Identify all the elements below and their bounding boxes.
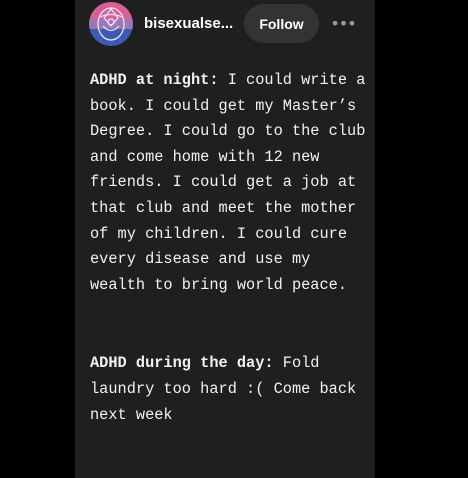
paragraph-text: I could write a book. I could get my Mas…: [90, 71, 366, 294]
avatar[interactable]: [89, 2, 133, 46]
post-paragraph-day: ADHD during the day: Fold laundry too ha…: [90, 351, 370, 428]
bisexual-flag-avatar-icon: [89, 2, 133, 46]
post-paragraph-night: ADHD at night: I could write a book. I c…: [90, 68, 370, 298]
paragraph-heading: ADHD at night:: [90, 71, 219, 89]
username-link[interactable]: bisexualse...: [144, 13, 236, 35]
post-header: bisexualse... Follow •••: [75, 0, 375, 48]
paragraph-heading: ADHD during the day:: [90, 354, 274, 373]
follow-button[interactable]: Follow: [244, 4, 319, 43]
ellipsis-icon[interactable]: •••: [329, 10, 357, 38]
post-card: bisexualse... Follow ••• ADHD at night: …: [75, 0, 375, 478]
post-body: ADHD at night: I could write a book. I c…: [90, 68, 370, 428]
